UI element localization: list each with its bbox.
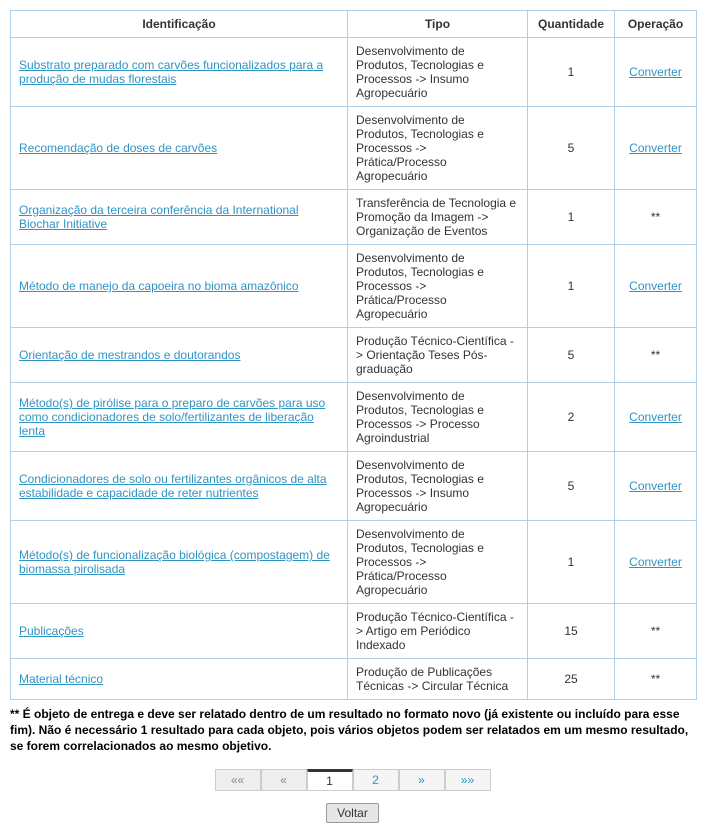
identification-link[interactable]: Publicações [19, 624, 84, 638]
quantity-cell: 1 [528, 38, 615, 107]
operation-cell: ** [615, 604, 697, 659]
identification-link[interactable]: Método de manejo da capoeira no bioma am… [19, 279, 299, 293]
type-cell: Produção Técnico-Científica -> Artigo em… [348, 604, 528, 659]
quantity-cell: 1 [528, 190, 615, 245]
quantity-cell: 25 [528, 659, 615, 700]
type-cell: Desenvolvimento de Produtos, Tecnologias… [348, 521, 528, 604]
pager: «« « 1 2 » »» [10, 769, 695, 791]
header-qty: Quantidade [528, 11, 615, 38]
pager-prev: « [261, 769, 307, 791]
operation-marker: ** [651, 624, 660, 638]
identification-link[interactable]: Recomendação de doses de carvões [19, 141, 217, 155]
type-cell: Desenvolvimento de Produtos, Tecnologias… [348, 38, 528, 107]
table-row: Publicações Produção Técnico-Científica -… [11, 604, 696, 659]
identification-link[interactable]: Material técnico [19, 672, 103, 686]
quantity-cell: 5 [528, 328, 615, 383]
convert-link[interactable]: Converter [629, 555, 682, 569]
table-row: Substrato preparado com carvões funciona… [11, 38, 696, 107]
identification-link[interactable]: Orientação de mestrandos e doutorandos [19, 348, 240, 362]
type-cell: Transferência de Tecnologia e Promoção d… [348, 190, 528, 245]
table-row: Método(s) de pirólise para o preparo de … [11, 383, 696, 452]
pager-first: «« [215, 769, 261, 791]
identification-link[interactable]: Organização da terceira conferência da I… [19, 203, 299, 231]
quantity-cell: 5 [528, 452, 615, 521]
operation-cell: Converter [615, 383, 697, 452]
convert-link[interactable]: Converter [629, 279, 682, 293]
back-button[interactable]: Voltar [326, 803, 379, 823]
operation-cell: Converter [615, 452, 697, 521]
operation-marker: ** [651, 210, 660, 224]
pager-page-2[interactable]: 2 [353, 769, 399, 791]
operation-cell: Converter [615, 38, 697, 107]
type-cell: Desenvolvimento de Produtos, Tecnologias… [348, 107, 528, 190]
header-type: Tipo [348, 11, 528, 38]
operation-cell: Converter [615, 521, 697, 604]
header-row: Identificação Tipo Quantidade Operação [11, 11, 696, 38]
type-cell: Produção de Publicações Técnicas -> Circ… [348, 659, 528, 700]
results-panel: Identificação Tipo Quantidade Operação S… [10, 10, 697, 700]
quantity-cell: 15 [528, 604, 615, 659]
quantity-cell: 1 [528, 245, 615, 328]
identification-link[interactable]: Método(s) de funcionalização biológica (… [19, 548, 330, 576]
operation-cell: ** [615, 190, 697, 245]
footnote-text: ** É objeto de entrega e deve ser relata… [10, 706, 695, 755]
pager-last[interactable]: »» [445, 769, 491, 791]
table-row: Recomendação de doses de carvões Desenvol… [11, 107, 696, 190]
type-cell: Desenvolvimento de Produtos, Tecnologias… [348, 245, 528, 328]
pager-next[interactable]: » [399, 769, 445, 791]
identification-link[interactable]: Condicionadores de solo ou fertilizantes… [19, 472, 327, 500]
results-table: Identificação Tipo Quantidade Operação S… [11, 11, 696, 699]
convert-link[interactable]: Converter [629, 479, 682, 493]
table-row: Condicionadores de solo ou fertilizantes… [11, 452, 696, 521]
table-row: Orientação de mestrandos e doutorandos Pr… [11, 328, 696, 383]
header-op: Operação [615, 11, 697, 38]
convert-link[interactable]: Converter [629, 65, 682, 79]
operation-cell: Converter [615, 245, 697, 328]
identification-link[interactable]: Método(s) de pirólise para o preparo de … [19, 396, 325, 438]
quantity-cell: 1 [528, 521, 615, 604]
table-row: Organização da terceira conferência da I… [11, 190, 696, 245]
table-row: Método(s) de funcionalização biológica (… [11, 521, 696, 604]
operation-cell: Converter [615, 107, 697, 190]
table-row: Método de manejo da capoeira no bioma am… [11, 245, 696, 328]
convert-link[interactable]: Converter [629, 410, 682, 424]
quantity-cell: 2 [528, 383, 615, 452]
convert-link[interactable]: Converter [629, 141, 682, 155]
type-cell: Produção Técnico-Científica -> Orientaçã… [348, 328, 528, 383]
type-cell: Desenvolvimento de Produtos, Tecnologias… [348, 452, 528, 521]
header-id: Identificação [11, 11, 348, 38]
pager-page-1[interactable]: 1 [307, 769, 353, 791]
quantity-cell: 5 [528, 107, 615, 190]
operation-cell: ** [615, 659, 697, 700]
table-row: Material técnico Produção de Publicações … [11, 659, 696, 700]
type-cell: Desenvolvimento de Produtos, Tecnologias… [348, 383, 528, 452]
identification-link[interactable]: Substrato preparado com carvões funciona… [19, 58, 323, 86]
operation-marker: ** [651, 348, 660, 362]
operation-marker: ** [651, 672, 660, 686]
operation-cell: ** [615, 328, 697, 383]
